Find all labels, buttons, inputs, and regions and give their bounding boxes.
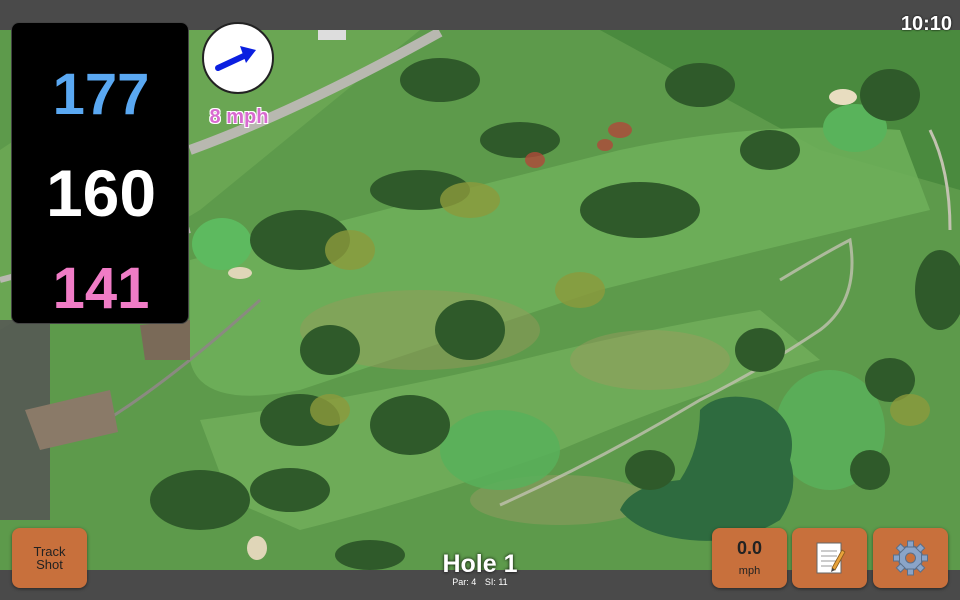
speed-button[interactable]: 0.0 mph — [712, 528, 787, 588]
track-shot-label-line2: Shot — [36, 557, 63, 572]
notes-button[interactable] — [792, 528, 867, 588]
speed-unit: mph — [738, 565, 761, 577]
notepad-icon — [816, 542, 846, 574]
settings-button[interactable] — [873, 528, 948, 588]
hole-stroke-index: SI: 11 — [484, 577, 508, 587]
hole-title: Hole 1 — [442, 550, 518, 578]
middle-yardage: 160 — [45, 156, 157, 230]
clock: 10:10 — [900, 13, 952, 35]
track-shot-label-line1: Track — [33, 544, 66, 559]
speed-value: 0.0 — [736, 538, 763, 558]
wind-speed: 8 mph — [209, 106, 269, 128]
hole-par: Par: 4 — [452, 577, 477, 587]
yardage-panel: 177 160 141 — [11, 22, 189, 324]
wind-direction-arrow-icon — [215, 46, 256, 71]
gear-icon — [893, 540, 928, 576]
hole-info: Par: 4 SI: 11 — [380, 577, 580, 587]
front-yardage: 141 — [52, 256, 150, 321]
track-shot-button[interactable]: Track Shot — [12, 528, 87, 588]
back-yardage: 177 — [52, 62, 150, 127]
wind-indicator — [202, 22, 274, 94]
